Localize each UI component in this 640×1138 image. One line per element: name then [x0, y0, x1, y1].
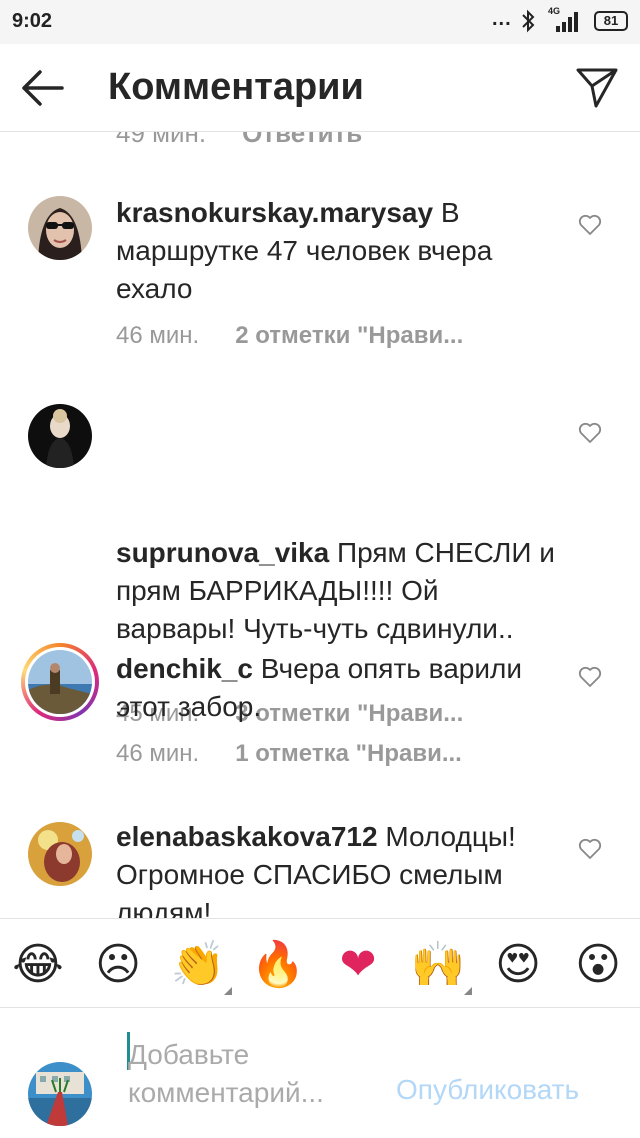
clapping-hands-emoji[interactable]: 👏	[170, 937, 232, 995]
heart-outline-icon[interactable]	[578, 838, 602, 860]
emoji-glyph: ☹	[95, 940, 141, 989]
paper-plane-icon[interactable]	[574, 64, 620, 110]
heart-outline-icon[interactable]	[578, 666, 602, 688]
comment-composer: Добавьте комментарий... Опубликовать	[0, 1008, 640, 1138]
arrow-left-icon[interactable]	[18, 66, 66, 110]
bluetooth-icon	[522, 9, 535, 33]
app-bar: Комментарии	[0, 44, 640, 132]
emoji-glyph: 😮	[575, 940, 621, 989]
comment-text: elenabaskakova712 Молодцы! Огромное СПАС…	[116, 818, 556, 918]
variant-indicator-icon	[464, 987, 472, 995]
emoji-glyph: ❤	[339, 940, 377, 989]
page-title: Комментарии	[108, 66, 364, 108]
grinning-tears-emoji[interactable]: 😂	[10, 937, 66, 993]
comment-likes[interactable]: 2 отметки "Нрави...	[235, 322, 463, 349]
emoji-glyph: 🔥	[250, 940, 306, 989]
avatar[interactable]	[28, 822, 92, 886]
emoji-bar: 😂 ☹ 👏 🔥 ❤ 🙌 😍 😮	[0, 918, 640, 1008]
heart-emoji[interactable]: ❤	[330, 937, 386, 993]
emoji-glyph: 😂	[12, 940, 64, 989]
comment-username[interactable]: suprunova_vika	[116, 537, 329, 568]
heart-eyes-emoji[interactable]: 😍	[490, 937, 546, 993]
comment-time: 49 мин.	[116, 132, 207, 148]
emoji-glyph: 🙌	[410, 940, 466, 989]
comment-username[interactable]: elenabaskakova712	[116, 821, 378, 852]
comment-meta: 46 мин. 1 отметка "Нрави...	[116, 740, 462, 768]
comment-meta: 46 мин. 2 отметки "Нрави...	[116, 322, 463, 350]
sad-face-emoji[interactable]: ☹	[90, 937, 146, 993]
avatar[interactable]	[28, 404, 92, 468]
heart-outline-icon[interactable]	[578, 214, 602, 236]
comment-username[interactable]: denchik_c	[116, 653, 253, 684]
publish-button[interactable]: Опубликовать	[396, 1074, 579, 1106]
status-time: 9:02	[12, 10, 53, 32]
comment-input[interactable]: Добавьте комментарий...	[128, 1036, 388, 1112]
comment-time: 46 мин.	[116, 322, 200, 349]
status-dots: ...	[492, 8, 512, 30]
avatar-story-ring[interactable]	[21, 643, 99, 721]
avatar	[28, 650, 92, 714]
reply-button[interactable]: Ответить	[242, 132, 362, 148]
status-bar: 9:02 ... 4G 81	[0, 0, 640, 44]
astonished-face-emoji[interactable]: 😮	[570, 937, 626, 993]
variant-indicator-icon	[224, 987, 232, 995]
battery-indicator: 81	[594, 11, 628, 31]
emoji-glyph: 👏	[170, 940, 226, 989]
comment-text: denchik_c Вчера опять варили этот забор.	[116, 650, 556, 726]
comment-text: suprunova_vika Прям СНЕСЛИ и прям БАРРИК…	[116, 534, 556, 648]
fire-emoji[interactable]: 🔥	[250, 937, 306, 993]
comment-text: krasnokurskay.marysay В маршрутке 47 чел…	[116, 194, 556, 308]
emoji-glyph: 😍	[495, 940, 541, 989]
comment-likes[interactable]: 1 отметка "Нрави...	[235, 740, 462, 767]
signal-icon	[556, 12, 578, 32]
partial-comment-meta: 49 мин. Ответить	[116, 132, 362, 149]
current-user-avatar	[28, 1062, 92, 1126]
comment-time: 46 мин.	[116, 740, 200, 767]
comment-username[interactable]: krasnokurskay.marysay	[116, 197, 433, 228]
heart-outline-icon[interactable]	[578, 422, 602, 444]
avatar[interactable]	[28, 196, 92, 260]
comments-feed[interactable]: 49 мин. Ответить krasnokurskay.marysay В …	[0, 132, 640, 918]
raised-hands-emoji[interactable]: 🙌	[410, 937, 472, 995]
